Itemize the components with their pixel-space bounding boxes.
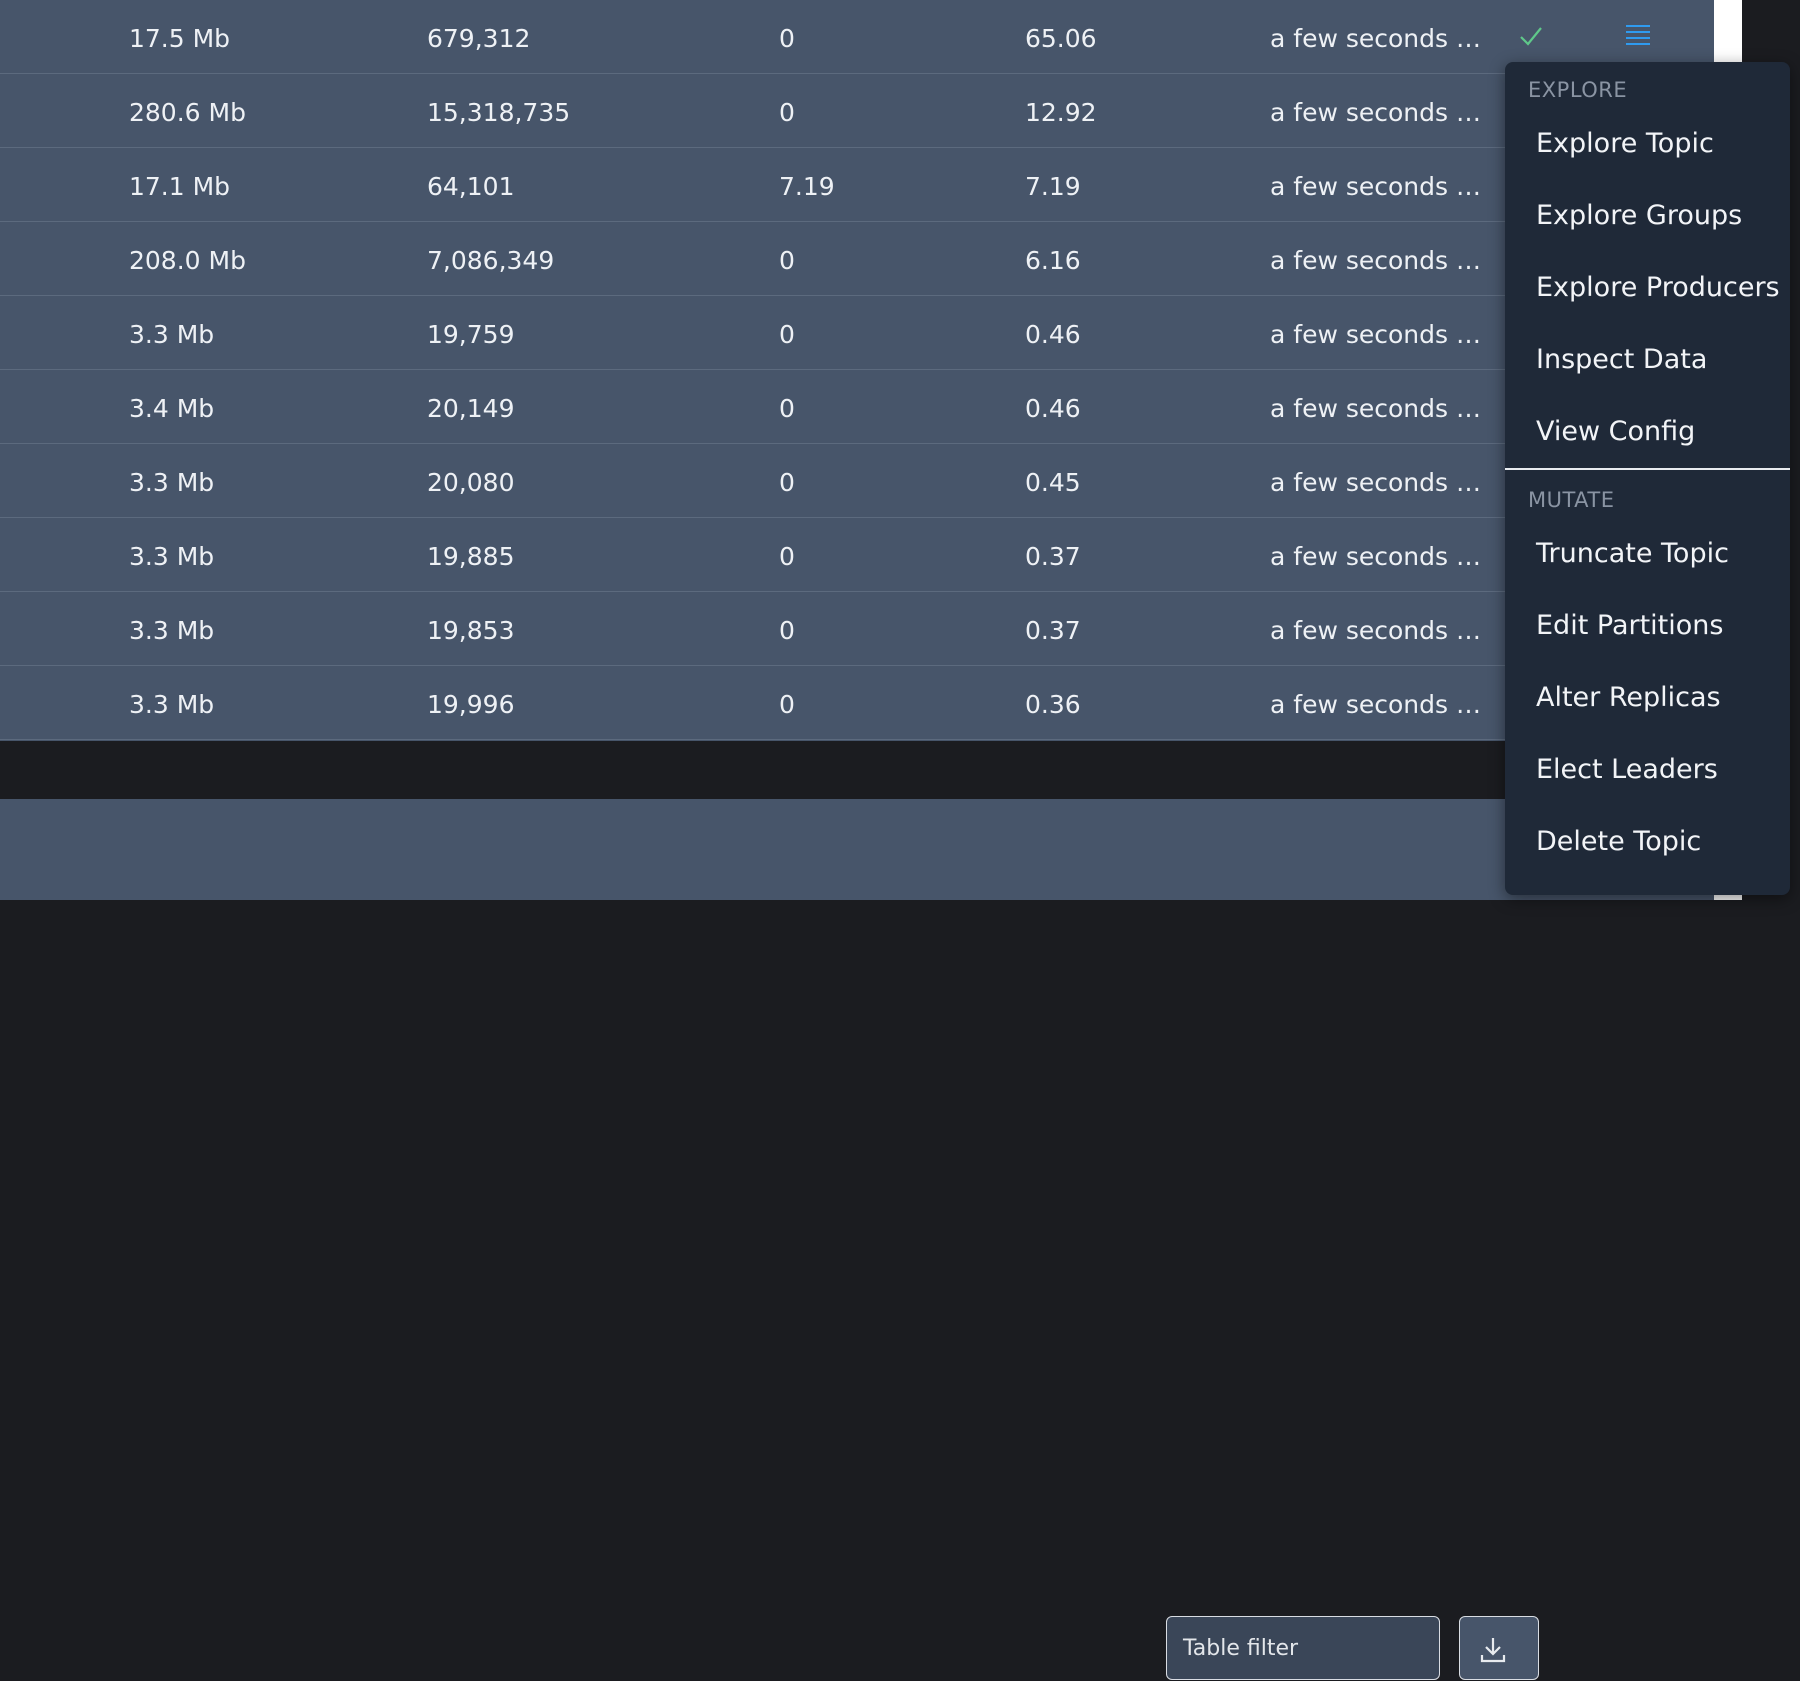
row-rate-b-cell: 12.92 <box>1025 98 1097 127</box>
row-size-cell: 3.3 Mb <box>129 320 215 349</box>
table-row[interactable]: 280.6 Mb 15,318,735 0 12.92 a few seconds ag… <box>0 74 1714 148</box>
row-messages-cell: 64,101 <box>427 172 515 201</box>
row-rate-a-cell: 0 <box>779 246 795 275</box>
row-rate-a-cell: 0 <box>779 690 795 719</box>
row-updated-cell: a few seconds ago <box>1270 690 1488 719</box>
menu-item-truncate-topic[interactable]: Truncate Topic <box>1536 538 1729 569</box>
row-rate-a-cell: 0 <box>779 24 795 53</box>
row-updated-cell: a few seconds ago <box>1270 542 1488 571</box>
row-size-cell: 3.3 Mb <box>129 616 215 645</box>
download-button[interactable] <box>1459 1616 1539 1680</box>
table-filter-input[interactable]: Table filter <box>1166 1616 1440 1680</box>
row-rate-b-cell: 0.37 <box>1025 542 1081 571</box>
row-rate-a-cell: 0 <box>779 394 795 423</box>
menu-item-explore-producers[interactable]: Explore Producers <box>1536 272 1780 303</box>
row-messages-cell: 679,312 <box>427 24 531 53</box>
row-messages-cell: 20,080 <box>427 468 515 497</box>
row-rate-b-cell: 0.46 <box>1025 394 1081 423</box>
check-icon <box>1520 27 1542 46</box>
menu-item-inspect-data[interactable]: Inspect Data <box>1536 344 1707 375</box>
row-rate-a-cell: 0 <box>779 616 795 645</box>
row-updated-cell: a few seconds ago <box>1270 172 1488 201</box>
row-rate-b-cell: 0.46 <box>1025 320 1081 349</box>
table-separator <box>0 741 1714 799</box>
row-updated-cell: a few seconds ago <box>1270 616 1488 645</box>
table-row[interactable]: 17.5 Mb 679,312 0 65.06 a few seconds ago <box>0 0 1714 74</box>
row-updated-cell: a few seconds ago <box>1270 98 1488 127</box>
menu-item-alter-replicas[interactable]: Alter Replicas <box>1536 682 1721 713</box>
menu-item-delete-topic[interactable]: Delete Topic <box>1536 826 1701 857</box>
table-row[interactable]: 3.3 Mb 20,080 0 0.45 a few seconds ago <box>0 444 1714 518</box>
row-size-cell: 3.3 Mb <box>129 542 215 571</box>
table-row[interactable]: 3.3 Mb 19,885 0 0.37 a few seconds ago <box>0 518 1714 592</box>
row-messages-cell: 20,149 <box>427 394 515 423</box>
row-size-cell: 3.3 Mb <box>129 468 215 497</box>
row-messages-cell: 19,759 <box>427 320 515 349</box>
row-updated-cell: a few seconds ago <box>1270 468 1488 497</box>
row-size-cell: 208.0 Mb <box>129 246 246 275</box>
menu-item-explore-topic[interactable]: Explore Topic <box>1536 128 1714 159</box>
table-row[interactable]: 3.3 Mb 19,853 0 0.37 a few seconds ago <box>0 592 1714 666</box>
row-size-cell: 3.3 Mb <box>129 690 215 719</box>
menu-section-mutate: MUTATE <box>1528 488 1615 512</box>
row-rate-a-cell: 7.19 <box>779 172 835 201</box>
row-messages-cell: 19,885 <box>427 542 515 571</box>
table-row[interactable]: 3.3 Mb 19,996 0 0.36 a few seconds ago <box>0 666 1714 740</box>
topic-actions-menu: EXPLORE Explore Topic Explore Groups Exp… <box>1505 62 1790 895</box>
row-rate-b-cell: 65.06 <box>1025 24 1097 53</box>
row-size-cell: 3.4 Mb <box>129 394 215 423</box>
row-rate-a-cell: 0 <box>779 320 795 349</box>
table-footer: Table filter <box>0 799 1714 1680</box>
row-updated-cell: a few seconds ago <box>1270 320 1488 349</box>
row-rate-b-cell: 0.37 <box>1025 616 1081 645</box>
download-icon <box>1480 1638 1506 1663</box>
row-rate-b-cell: 0.36 <box>1025 690 1081 719</box>
row-messages-cell: 19,853 <box>427 616 515 645</box>
row-size-cell: 280.6 Mb <box>129 98 246 127</box>
row-rate-a-cell: 0 <box>779 98 795 127</box>
menu-section-explore: EXPLORE <box>1528 78 1628 102</box>
row-rate-b-cell: 6.16 <box>1025 246 1081 275</box>
row-size-cell: 17.5 Mb <box>129 24 231 53</box>
menu-item-view-config[interactable]: View Config <box>1536 416 1695 447</box>
row-rate-b-cell: 7.19 <box>1025 172 1081 201</box>
menu-item-elect-leaders[interactable]: Elect Leaders <box>1536 754 1718 785</box>
table-row[interactable]: 3.4 Mb 20,149 0 0.46 a few seconds ago <box>0 370 1714 444</box>
row-size-cell: 17.1 Mb <box>129 172 231 201</box>
row-actions-menu-icon[interactable] <box>1623 21 1653 51</box>
table-row[interactable]: 208.0 Mb 7,086,349 0 6.16 a few seconds ago <box>0 222 1714 296</box>
menu-divider <box>1505 468 1790 470</box>
menu-item-edit-partitions[interactable]: Edit Partitions <box>1536 610 1723 641</box>
row-messages-cell: 15,318,735 <box>427 98 571 127</box>
table-row[interactable]: 17.1 Mb 64,101 7.19 7.19 a few seconds ago <box>0 148 1714 222</box>
row-rate-b-cell: 0.45 <box>1025 468 1081 497</box>
row-updated-cell: a few seconds ago <box>1270 24 1488 53</box>
row-messages-cell: 19,996 <box>427 690 515 719</box>
table-row[interactable]: 3.3 Mb 19,759 0 0.46 a few seconds ago <box>0 296 1714 370</box>
row-updated-cell: a few seconds ago <box>1270 246 1488 275</box>
row-messages-cell: 7,086,349 <box>427 246 555 275</box>
row-rate-a-cell: 0 <box>779 468 795 497</box>
row-updated-cell: a few seconds ago <box>1270 394 1488 423</box>
menu-item-explore-groups[interactable]: Explore Groups <box>1536 200 1742 231</box>
row-rate-a-cell: 0 <box>779 542 795 571</box>
topics-table: 17.5 Mb 679,312 0 65.06 a few seconds ago 280… <box>0 0 1714 741</box>
